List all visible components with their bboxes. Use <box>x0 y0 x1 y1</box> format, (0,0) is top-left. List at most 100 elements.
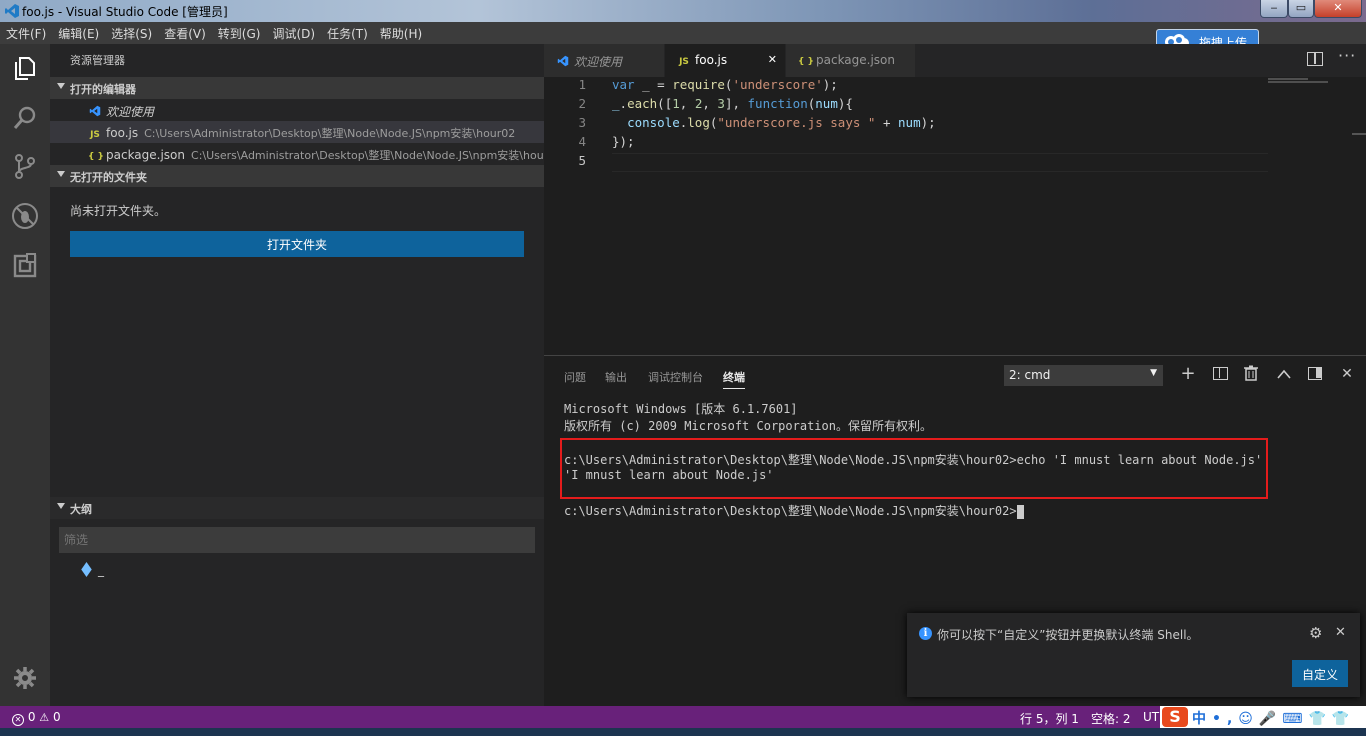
code-token: ], <box>724 96 748 111</box>
close-icon[interactable]: ✕ <box>1338 365 1356 383</box>
tab-terminal[interactable]: 终端 <box>723 369 745 389</box>
problems-status[interactable]: ✕ 0 ⚠ 0 <box>12 710 61 726</box>
code-editor[interactable]: 1 2 3 4 5 var _ = require('underscore');… <box>544 77 1366 355</box>
code-token: , <box>679 96 695 111</box>
line-number: 4 <box>578 134 586 149</box>
file-path: C:\Users\Administrator\Desktop\整理\Node\N… <box>191 149 544 162</box>
cursor-position[interactable]: 行 5，列 1 <box>1020 710 1079 727</box>
layout-icon[interactable] <box>1306 365 1324 383</box>
code-token: num <box>815 96 838 111</box>
menu-edit[interactable]: 编辑(E) <box>52 22 105 44</box>
code-token: , <box>702 96 718 111</box>
open-editor-foo-js[interactable]: JS foo.js C:\Users\Administrator\Desktop\整… <box>50 121 544 143</box>
code-token: . <box>619 96 628 111</box>
tab-output[interactable]: 输出 <box>605 369 627 385</box>
search-icon[interactable] <box>11 104 39 132</box>
warning-icon: ⚠ <box>39 711 50 724</box>
code-token: ([ <box>657 96 673 111</box>
restore-button[interactable]: ▭ <box>1288 0 1314 18</box>
os-taskbar <box>0 728 1366 736</box>
menu-file[interactable]: 文件(F) <box>0 22 52 44</box>
menu-tasks[interactable]: 任务(T) <box>321 22 374 44</box>
ime-toolbar[interactable]: S 中•,☺🎤⌨👕👕 <box>1160 706 1366 728</box>
menu-view[interactable]: 查看(V) <box>158 22 212 44</box>
plus-icon[interactable]: + <box>1179 365 1197 383</box>
title-bar: foo.js - Visual Studio Code [管理员] ‒ ▭ ✕ <box>0 0 1366 22</box>
code-token: "underscore.js says " <box>717 115 876 130</box>
gear-icon[interactable] <box>13 666 37 690</box>
debug-icon[interactable] <box>11 202 39 230</box>
vscode-icon <box>89 105 101 117</box>
code-token: function <box>747 96 808 111</box>
menu-goto[interactable]: 转到(G) <box>212 22 267 44</box>
chevron-down-icon <box>57 171 65 177</box>
tab-debug-console[interactable]: 调试控制台 <box>648 369 703 385</box>
scrollbar[interactable] <box>1352 77 1366 355</box>
no-folder-header[interactable]: 无打开的文件夹 <box>50 165 544 187</box>
split-icon[interactable] <box>1211 365 1229 383</box>
terminal-select[interactable]: 2: cmd ▼ <box>1004 365 1163 386</box>
open-folder-button[interactable]: 打开文件夹 <box>70 231 524 257</box>
code-token: log <box>687 115 710 130</box>
current-line-highlight <box>612 153 1268 172</box>
close-button[interactable]: ✕ <box>1314 0 1362 18</box>
tab-package-json[interactable]: { } package.json <box>786 44 916 77</box>
open-editor-welcome[interactable]: 欢迎使用 <box>50 99 544 121</box>
vscode-icon <box>5 4 19 18</box>
more-icon[interactable]: ··· <box>1338 46 1356 65</box>
notification-message: 你可以按下“自定义”按钮并更换默认终端 Shell。 <box>937 628 1199 642</box>
outline-item[interactable]: _ <box>81 562 104 577</box>
tab-welcome[interactable]: 欢迎使用 <box>544 44 665 77</box>
trash-icon[interactable] <box>1242 365 1260 383</box>
chevron-up-icon[interactable] <box>1275 365 1293 383</box>
error-icon: ✕ <box>12 714 24 726</box>
symbol-icon <box>81 562 92 577</box>
chevron-down-icon <box>57 503 65 509</box>
gear-icon[interactable]: ⚙ <box>1309 624 1322 642</box>
sidebar-title: 资源管理器 <box>70 54 125 67</box>
source-control-icon[interactable] <box>11 152 39 180</box>
tab-problems[interactable]: 问题 <box>564 369 586 385</box>
json-icon: { } <box>798 57 814 67</box>
js-icon: JS <box>90 130 100 140</box>
highlight-box <box>560 438 1268 499</box>
close-icon[interactable]: ✕ <box>768 53 777 66</box>
status-bar: ✕ 0 ⚠ 0 行 5，列 1 空格: 2 UTF S 中•,☺🎤⌨👕👕 <box>0 706 1366 728</box>
code-token: require <box>672 77 725 92</box>
tab-foo-js[interactable]: JS foo.js ✕ <box>665 44 786 77</box>
terminal-line: 版权所有 (c) 2009 Microsoft Corporation。保留所有… <box>564 419 932 433</box>
terminal-prompt[interactable]: c:\Users\Administrator\Desktop\整理\Node\N… <box>564 502 1024 519</box>
notification-toast: i 你可以按下“自定义”按钮并更换默认终端 Shell。 ⚙ ✕ 自定义 <box>907 613 1360 697</box>
chevron-down-icon: ▼ <box>1150 368 1157 378</box>
extensions-icon[interactable] <box>11 252 39 280</box>
customize-button[interactable]: 自定义 <box>1292 660 1348 687</box>
code-token: each <box>627 96 658 111</box>
window-title: foo.js - Visual Studio Code [管理员] <box>22 5 228 19</box>
menu-debug[interactable]: 调试(D) <box>266 22 321 44</box>
editor-tab-bar: 欢迎使用 JS foo.js ✕ { } package.json ··· <box>544 44 1366 77</box>
code-token: console <box>627 115 680 130</box>
ime-icons: 中•,☺🎤⌨👕👕 <box>1192 711 1356 727</box>
open-editors-header[interactable]: 打开的编辑器 <box>50 77 544 99</box>
terminal-line: Microsoft Windows [版本 6.1.7601] <box>564 402 798 416</box>
menu-selection[interactable]: 选择(S) <box>105 22 158 44</box>
code-token: 1 <box>672 96 680 111</box>
menu-help[interactable]: 帮助(H) <box>374 22 428 44</box>
minimap[interactable] <box>1268 77 1352 89</box>
close-icon[interactable]: ✕ <box>1335 625 1346 640</box>
outline-header[interactable]: 大纲 <box>50 497 544 519</box>
explorer-sidebar: 资源管理器 打开的编辑器 欢迎使用 JS foo.js C:\Users\Admin… <box>50 44 544 706</box>
files-icon[interactable] <box>11 54 39 82</box>
indentation[interactable]: 空格: 2 <box>1091 710 1131 727</box>
open-editor-package-json[interactable]: { } package.json C:\Users\Administrator\De… <box>50 143 544 165</box>
code-line: console.log("underscore.js says " + num)… <box>612 115 936 134</box>
outline-filter-input[interactable] <box>59 527 535 553</box>
sogou-icon: S <box>1162 707 1188 727</box>
split-editor-icon[interactable] <box>1307 52 1323 66</box>
code-token: + <box>875 115 899 130</box>
code-token: ){ <box>837 96 853 111</box>
code-line: var _ = require('underscore'); <box>612 77 838 96</box>
file-path: C:\Users\Administrator\Desktop\整理\Node\N… <box>144 127 516 140</box>
vscode-icon <box>557 55 569 67</box>
minimize-button[interactable]: ‒ <box>1260 0 1288 18</box>
